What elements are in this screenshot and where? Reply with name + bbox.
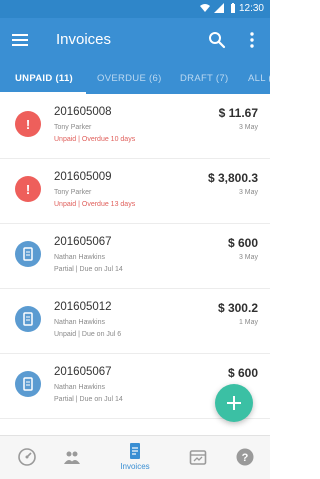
invoice-status: Partial | Due on Jul 14 bbox=[54, 396, 123, 403]
signal-icon bbox=[214, 3, 224, 13]
document-icon bbox=[15, 371, 41, 397]
more-options-icon[interactable] bbox=[244, 30, 260, 50]
wifi-icon bbox=[200, 4, 210, 12]
invoice-status: Unpaid | Overdue 13 days bbox=[54, 201, 136, 208]
tab-draft[interactable]: DRAFT (7) bbox=[180, 73, 228, 84]
invoice-row[interactable]: 201605067 Nathan Hawkins Partial | Due o… bbox=[0, 224, 270, 289]
battery-icon bbox=[231, 3, 235, 13]
invoice-date: 3 May bbox=[238, 124, 258, 131]
tab-all[interactable]: ALL ( bbox=[248, 73, 270, 84]
tab-overdue[interactable]: OVERDUE (6) bbox=[97, 73, 162, 84]
status-icons bbox=[200, 3, 238, 13]
svg-text:?: ? bbox=[242, 452, 249, 464]
tab-unpaid[interactable]: UNPAID (11) bbox=[15, 73, 73, 84]
invoice-status: Unpaid | Overdue 10 days bbox=[54, 136, 136, 143]
search-icon[interactable] bbox=[207, 30, 227, 50]
nav-clients[interactable] bbox=[45, 436, 99, 479]
menu-icon[interactable] bbox=[10, 30, 30, 50]
nav-invoices-label: Invoices bbox=[120, 462, 150, 471]
invoice-number: 201605067 bbox=[54, 366, 112, 378]
add-invoice-button[interactable] bbox=[215, 384, 253, 422]
nav-help[interactable]: ? bbox=[218, 436, 272, 479]
page-title: Invoices bbox=[56, 31, 112, 48]
dashboard-icon bbox=[18, 448, 36, 466]
clients-icon bbox=[64, 451, 80, 464]
invoice-tabs: UNPAID (11) OVERDUE (6) DRAFT (7) ALL ( bbox=[0, 62, 270, 94]
invoice-row[interactable]: ! 201605008 Tony Parker Unpaid | Overdue… bbox=[0, 94, 270, 159]
alert-icon: ! bbox=[15, 111, 41, 137]
invoice-amount: $ 11.67 bbox=[218, 106, 258, 120]
alert-icon: ! bbox=[15, 176, 41, 202]
invoice-number: 201605008 bbox=[54, 106, 112, 118]
client-name: Tony Parker bbox=[54, 124, 92, 131]
bottom-navigation: Invoices ? bbox=[0, 435, 270, 479]
invoice-amount: $ 3,800.3 bbox=[207, 171, 258, 185]
invoice-number: 201605012 bbox=[54, 301, 112, 313]
document-icon bbox=[15, 306, 41, 332]
client-name: Nathan Hawkins bbox=[54, 384, 105, 391]
invoice-status: Unpaid | Due on Jul 6 bbox=[54, 331, 122, 338]
invoice-amount: $ 600 bbox=[227, 236, 258, 250]
invoice-date: 1 May bbox=[238, 319, 258, 326]
status-bar: 12:30 bbox=[0, 0, 270, 18]
nav-invoices[interactable]: Invoices bbox=[108, 436, 162, 479]
plus-icon bbox=[227, 396, 241, 410]
invoice-number: 201605009 bbox=[54, 171, 112, 183]
document-icon bbox=[15, 241, 41, 267]
invoice-date: 3 May bbox=[238, 189, 258, 196]
invoice-amount: $ 300.2 bbox=[217, 301, 258, 315]
calendar-icon bbox=[189, 450, 207, 465]
client-name: Tony Parker bbox=[54, 189, 92, 196]
help-icon: ? bbox=[236, 448, 254, 466]
invoice-status: Partial | Due on Jul 14 bbox=[54, 266, 123, 273]
invoice-row[interactable]: 201605012 Nathan Hawkins Unpaid | Due on… bbox=[0, 289, 270, 354]
app-bar: Invoices bbox=[0, 18, 270, 62]
client-name: Nathan Hawkins bbox=[54, 254, 105, 261]
invoice-icon bbox=[130, 443, 140, 459]
invoice-amount: $ 600 bbox=[227, 366, 258, 380]
client-name: Nathan Hawkins bbox=[54, 319, 105, 326]
invoice-date: 3 May bbox=[238, 254, 258, 261]
invoice-number: 201605067 bbox=[54, 236, 112, 248]
nav-calendar[interactable] bbox=[171, 436, 225, 479]
status-time: 12:30 bbox=[238, 3, 264, 14]
invoice-row[interactable]: ! 201605009 Tony Parker Unpaid | Overdue… bbox=[0, 159, 270, 224]
